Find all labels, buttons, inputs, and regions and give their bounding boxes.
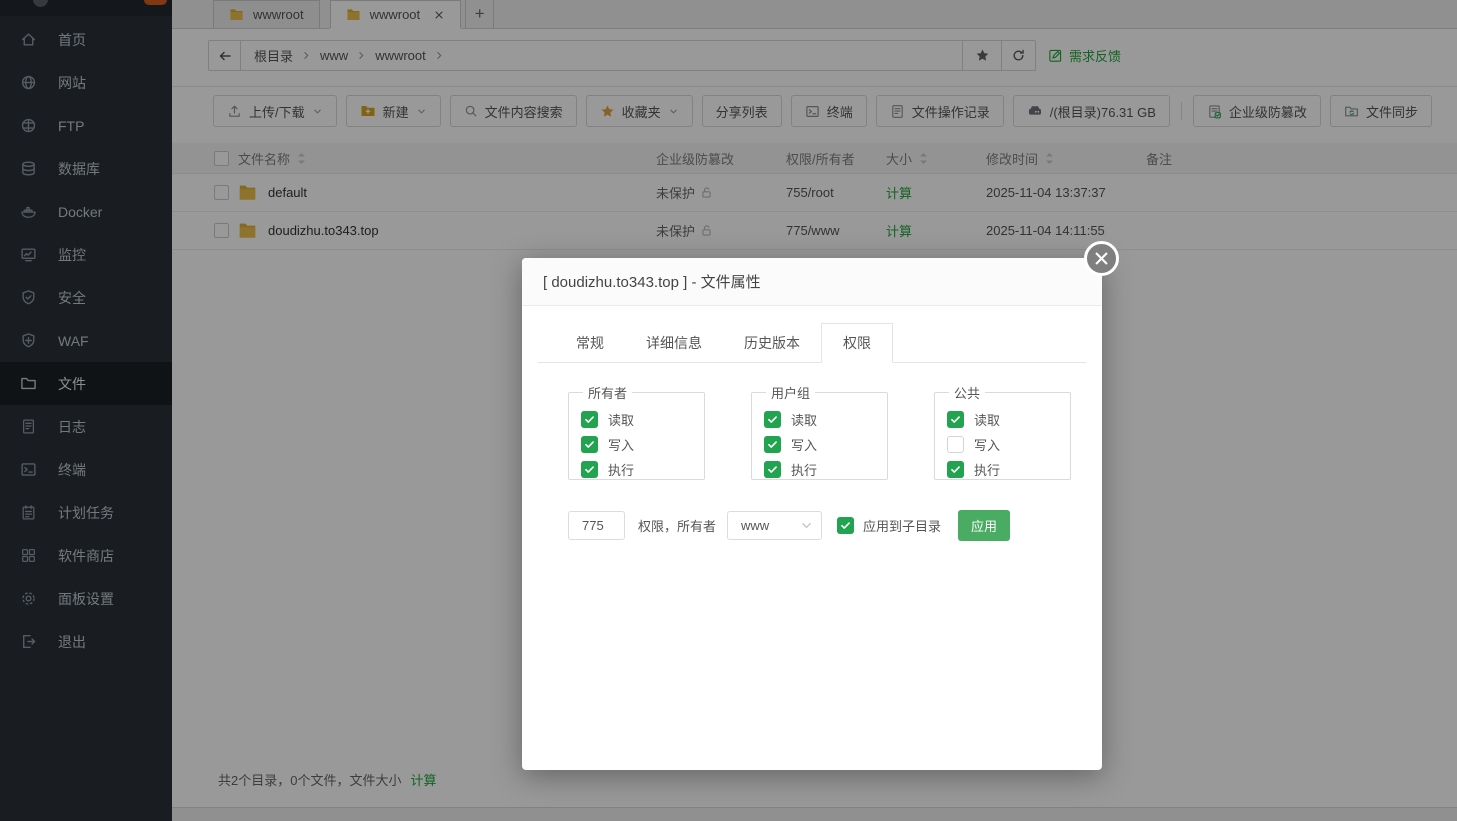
check-icon xyxy=(584,440,595,449)
apply-button[interactable]: 应用 xyxy=(958,510,1010,541)
group-title: 公共 xyxy=(949,383,985,402)
tab-details[interactable]: 详细信息 xyxy=(625,324,723,362)
group-execute-checkbox[interactable] xyxy=(764,461,781,478)
check-icon xyxy=(584,415,595,424)
permission-label: 写入 xyxy=(974,435,1000,454)
public-write-checkbox[interactable] xyxy=(947,436,964,453)
owner-write-checkbox[interactable] xyxy=(581,436,598,453)
group-title: 用户组 xyxy=(766,383,815,402)
owner-select[interactable]: www xyxy=(727,511,822,540)
permission-groups: 所有者 读取 写入 执行 用户组 读取 xyxy=(568,383,1102,480)
dialog-title: [ doudizhu.to343.top ] - 文件属性 xyxy=(543,271,761,292)
permission-option: 写入 xyxy=(764,432,887,457)
permission-controls: 权限，所有者 www 应用到子目录 应用 xyxy=(568,510,1102,541)
check-icon xyxy=(950,415,961,424)
group-title: 所有者 xyxy=(583,383,632,402)
tab-general[interactable]: 常规 xyxy=(555,324,625,362)
public-permission-group: 公共 读取 写入 执行 xyxy=(934,383,1071,480)
permission-label: 执行 xyxy=(974,460,1000,479)
check-icon xyxy=(767,415,778,424)
tab-history[interactable]: 历史版本 xyxy=(723,324,821,362)
permission-value-input[interactable] xyxy=(568,511,625,540)
apply-subdirs-checkbox[interactable] xyxy=(837,517,854,534)
close-icon xyxy=(1094,251,1109,266)
tab-permissions[interactable]: 权限 xyxy=(821,323,893,363)
permission-option: 读取 xyxy=(947,407,1070,432)
app-window: 首页 网站 FTP 数据库 Docker 监控 xyxy=(0,0,1457,821)
check-icon xyxy=(584,465,595,474)
group-permission-group: 用户组 读取 写入 执行 xyxy=(751,383,888,480)
public-read-checkbox[interactable] xyxy=(947,411,964,428)
check-icon xyxy=(767,440,778,449)
permission-option: 读取 xyxy=(764,407,887,432)
owner-permission-group: 所有者 读取 写入 执行 xyxy=(568,383,705,480)
owner-read-checkbox[interactable] xyxy=(581,411,598,428)
check-icon xyxy=(950,465,961,474)
permission-option: 执行 xyxy=(764,457,887,482)
permission-option: 写入 xyxy=(947,432,1070,457)
apply-subdirs-label: 应用到子目录 xyxy=(863,516,941,535)
permission-label: 执行 xyxy=(791,460,817,479)
permission-label: 读取 xyxy=(791,410,817,429)
permission-label: 执行 xyxy=(608,460,634,479)
owner-select-value: www xyxy=(741,518,769,533)
check-icon xyxy=(767,465,778,474)
group-read-checkbox[interactable] xyxy=(764,411,781,428)
permission-owner-label: 权限，所有者 xyxy=(638,516,716,535)
dialog-close-button[interactable] xyxy=(1084,241,1119,276)
chevron-down-icon xyxy=(800,519,813,532)
public-execute-checkbox[interactable] xyxy=(947,461,964,478)
permission-option: 写入 xyxy=(581,432,704,457)
permission-option: 执行 xyxy=(581,457,704,482)
dialog-tabs: 常规 详细信息 历史版本 权限 xyxy=(538,323,1086,363)
dialog-header: [ doudizhu.to343.top ] - 文件属性 xyxy=(522,258,1102,306)
permission-option: 读取 xyxy=(581,407,704,432)
permission-option: 执行 xyxy=(947,457,1070,482)
file-properties-dialog: [ doudizhu.to343.top ] - 文件属性 常规 详细信息 历史… xyxy=(522,258,1102,770)
apply-to-subdirs: 应用到子目录 xyxy=(837,516,941,535)
permission-label: 读取 xyxy=(974,410,1000,429)
permission-label: 写入 xyxy=(791,435,817,454)
permission-label: 读取 xyxy=(608,410,634,429)
group-write-checkbox[interactable] xyxy=(764,436,781,453)
owner-execute-checkbox[interactable] xyxy=(581,461,598,478)
permission-label: 写入 xyxy=(608,435,634,454)
check-icon xyxy=(840,521,851,530)
